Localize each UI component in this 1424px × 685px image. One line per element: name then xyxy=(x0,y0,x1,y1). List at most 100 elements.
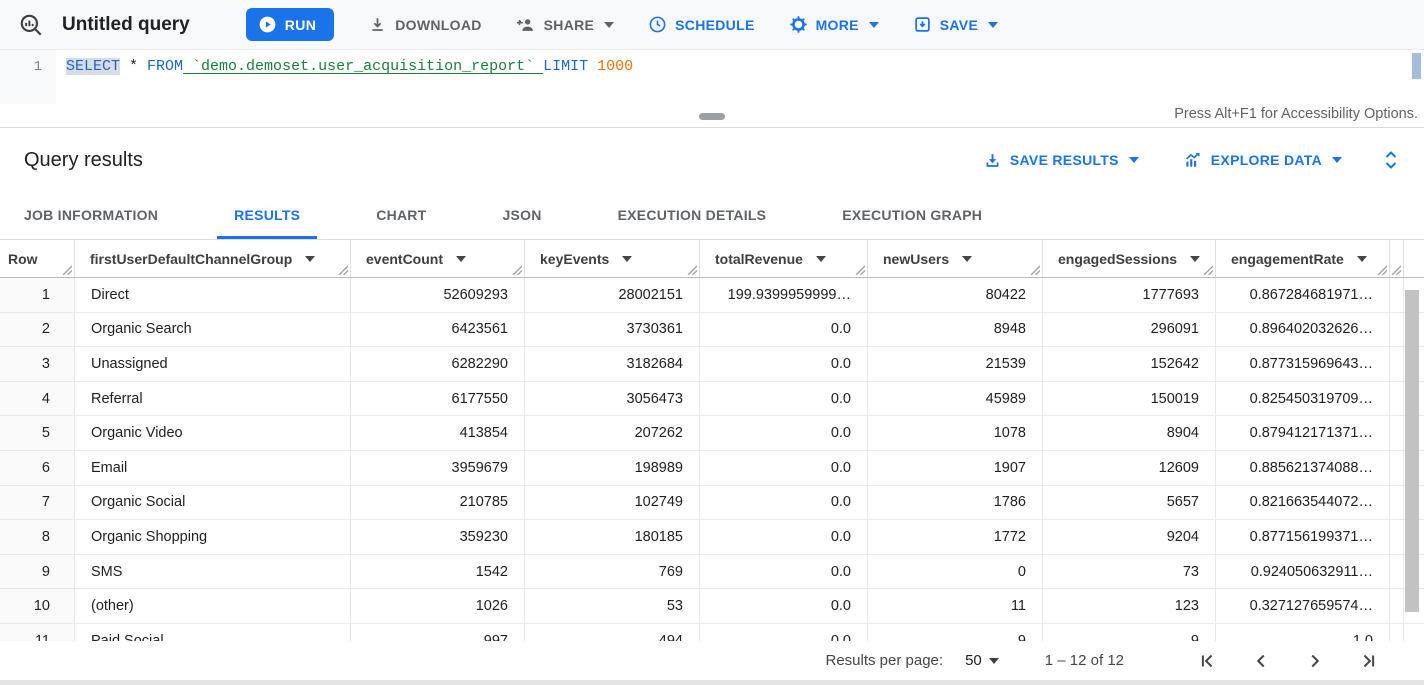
table-cell: 180185 xyxy=(525,520,700,554)
run-play-icon xyxy=(258,15,277,34)
table-cell: 73 xyxy=(1043,555,1216,589)
column-resize-handle-icon[interactable] xyxy=(512,265,522,275)
column-menu-arrow-icon[interactable] xyxy=(1357,256,1367,262)
column-resize-handle-icon[interactable] xyxy=(855,265,865,275)
table-cell-clipped xyxy=(1390,486,1404,520)
column-header-newUsers[interactable]: newUsers xyxy=(868,240,1043,277)
previous-page-button[interactable] xyxy=(1250,650,1272,672)
column-header-totalRevenue[interactable]: totalRevenue xyxy=(700,240,868,277)
save-results-download-icon xyxy=(983,151,1002,170)
table-cell-clipped xyxy=(1390,624,1404,641)
column-resize-handle-icon[interactable] xyxy=(62,265,72,275)
table-cell: Organic Search xyxy=(75,313,351,347)
table-cell: Unassigned xyxy=(75,347,351,381)
person-add-icon xyxy=(516,15,536,35)
column-menu-arrow-icon[interactable] xyxy=(962,256,972,262)
row-number: 11 xyxy=(0,624,75,641)
column-header-engagementRate[interactable]: engagementRate xyxy=(1216,240,1390,277)
table-row: 6Email39596791989890.01907126090.8856213… xyxy=(0,451,1424,486)
last-page-icon xyxy=(1358,650,1380,672)
table-cell: Organic Shopping xyxy=(75,520,351,554)
sql-editor[interactable]: 1 SELECT * FROM `demo.demoset.user_acqui… xyxy=(0,50,1424,104)
column-resize-handle-icon[interactable] xyxy=(1030,265,1040,275)
tab-json[interactable]: JSON xyxy=(485,192,558,239)
last-page-button[interactable] xyxy=(1358,650,1380,672)
run-button[interactable]: RUN xyxy=(246,8,335,41)
page-range-label: 1 – 12 of 12 xyxy=(1045,652,1124,669)
first-page-button[interactable] xyxy=(1196,650,1218,672)
share-button[interactable]: SHARE xyxy=(516,15,615,35)
table-cell: 52609293 xyxy=(351,278,525,312)
horizontal-scrollbar-track[interactable] xyxy=(0,680,1424,685)
table-cell: Organic Social xyxy=(75,486,351,520)
table-cell: 494 xyxy=(525,624,700,641)
column-header-Row[interactable]: Row xyxy=(0,240,75,277)
table-cell: 6282290 xyxy=(351,347,525,381)
table-cell: 102749 xyxy=(525,486,700,520)
table-cell: 198989 xyxy=(525,451,700,485)
column-header-engagedSessions[interactable]: engagedSessions xyxy=(1043,240,1216,277)
table-vertical-scrollbar-thumb[interactable] xyxy=(1405,290,1419,612)
table-cell: 1772 xyxy=(868,520,1043,554)
table-cell: Email xyxy=(75,451,351,485)
table-cell: 0.0 xyxy=(700,347,868,381)
table-cell-clipped xyxy=(1390,555,1404,589)
table-cell-clipped xyxy=(1390,382,1404,416)
sql-keyword-select: SELECT xyxy=(66,58,120,75)
save-results-button[interactable]: SAVE RESULTS xyxy=(983,151,1139,170)
column-header-label: Row xyxy=(8,251,38,267)
table-row: 2Organic Search642356137303610.089482960… xyxy=(0,313,1424,348)
column-menu-arrow-icon[interactable] xyxy=(456,256,466,262)
table-cell: 12609 xyxy=(1043,451,1216,485)
column-header-keyEvents[interactable]: keyEvents xyxy=(525,240,700,277)
explore-data-chart-icon xyxy=(1183,150,1203,170)
table-cell: 0.877156199371… xyxy=(1216,520,1390,554)
row-number: 5 xyxy=(0,416,75,450)
table-cell: 0.821663544072… xyxy=(1216,486,1390,520)
column-menu-arrow-icon[interactable] xyxy=(816,256,826,262)
column-menu-arrow-icon[interactable] xyxy=(622,256,632,262)
pagination-bar: Results per page: 50 1 – 12 of 12 xyxy=(0,641,1424,680)
sql-table-reference[interactable]: `demo.demoset.user_acquisition_report` xyxy=(183,58,543,75)
column-header-eventCount[interactable]: eventCount xyxy=(351,240,525,277)
column-header-firstUserDefaultChannelGroup[interactable]: firstUserDefaultChannelGroup xyxy=(75,240,351,277)
column-header-clipped xyxy=(1390,240,1404,277)
schedule-button[interactable]: SCHEDULE xyxy=(648,15,754,34)
column-resize-handle-icon[interactable] xyxy=(1203,265,1213,275)
tab-chart[interactable]: CHART xyxy=(359,192,443,239)
sql-code-line[interactable]: SELECT * FROM `demo.demoset.user_acquisi… xyxy=(56,50,633,104)
gear-icon xyxy=(789,15,808,34)
tab-execution-details[interactable]: EXECUTION DETAILS xyxy=(601,192,784,239)
column-resize-handle-icon[interactable] xyxy=(687,265,697,275)
tab-results[interactable]: RESULTS xyxy=(217,192,317,239)
table-cell: 1907 xyxy=(868,451,1043,485)
more-button[interactable]: MORE xyxy=(789,15,879,34)
splitter-drag-handle[interactable] xyxy=(699,113,725,120)
column-resize-handle-icon[interactable] xyxy=(1377,265,1387,275)
column-resize-handle-icon[interactable] xyxy=(338,265,348,275)
download-button[interactable]: DOWNLOAD xyxy=(368,15,481,34)
table-cell: 80422 xyxy=(868,278,1043,312)
table-row: 4Referral617755030564730.0459891500190.8… xyxy=(0,382,1424,417)
column-menu-arrow-icon[interactable] xyxy=(1190,256,1200,262)
column-resize-handle-icon[interactable] xyxy=(1391,265,1401,275)
explore-data-button[interactable]: EXPLORE DATA xyxy=(1183,150,1342,170)
collapse-expand-panel-button[interactable] xyxy=(1382,149,1400,171)
row-number: 7 xyxy=(0,486,75,520)
tab-job-information[interactable]: JOB INFORMATION xyxy=(7,192,175,239)
column-header-label: firstUserDefaultChannelGroup xyxy=(90,251,292,267)
column-header-label: engagementRate xyxy=(1231,251,1344,267)
column-header-label: totalRevenue xyxy=(715,251,803,267)
editor-scrollbar-thumb[interactable] xyxy=(1412,53,1421,79)
table-cell: 413854 xyxy=(351,416,525,450)
column-menu-arrow-icon[interactable] xyxy=(305,256,315,262)
page-size-select[interactable]: 50 xyxy=(965,652,999,669)
sql-star: * xyxy=(120,58,147,75)
table-cell: 1026 xyxy=(351,589,525,623)
table-cell: 0.0 xyxy=(700,624,868,641)
tab-execution-graph[interactable]: EXECUTION GRAPH xyxy=(825,192,999,239)
save-button[interactable]: SAVE xyxy=(913,15,998,34)
next-page-button[interactable] xyxy=(1304,650,1326,672)
table-cell: 199.9399959999… xyxy=(700,278,868,312)
bigquery-editor-page: Untitled query RUN DOWNLOAD xyxy=(0,0,1424,685)
